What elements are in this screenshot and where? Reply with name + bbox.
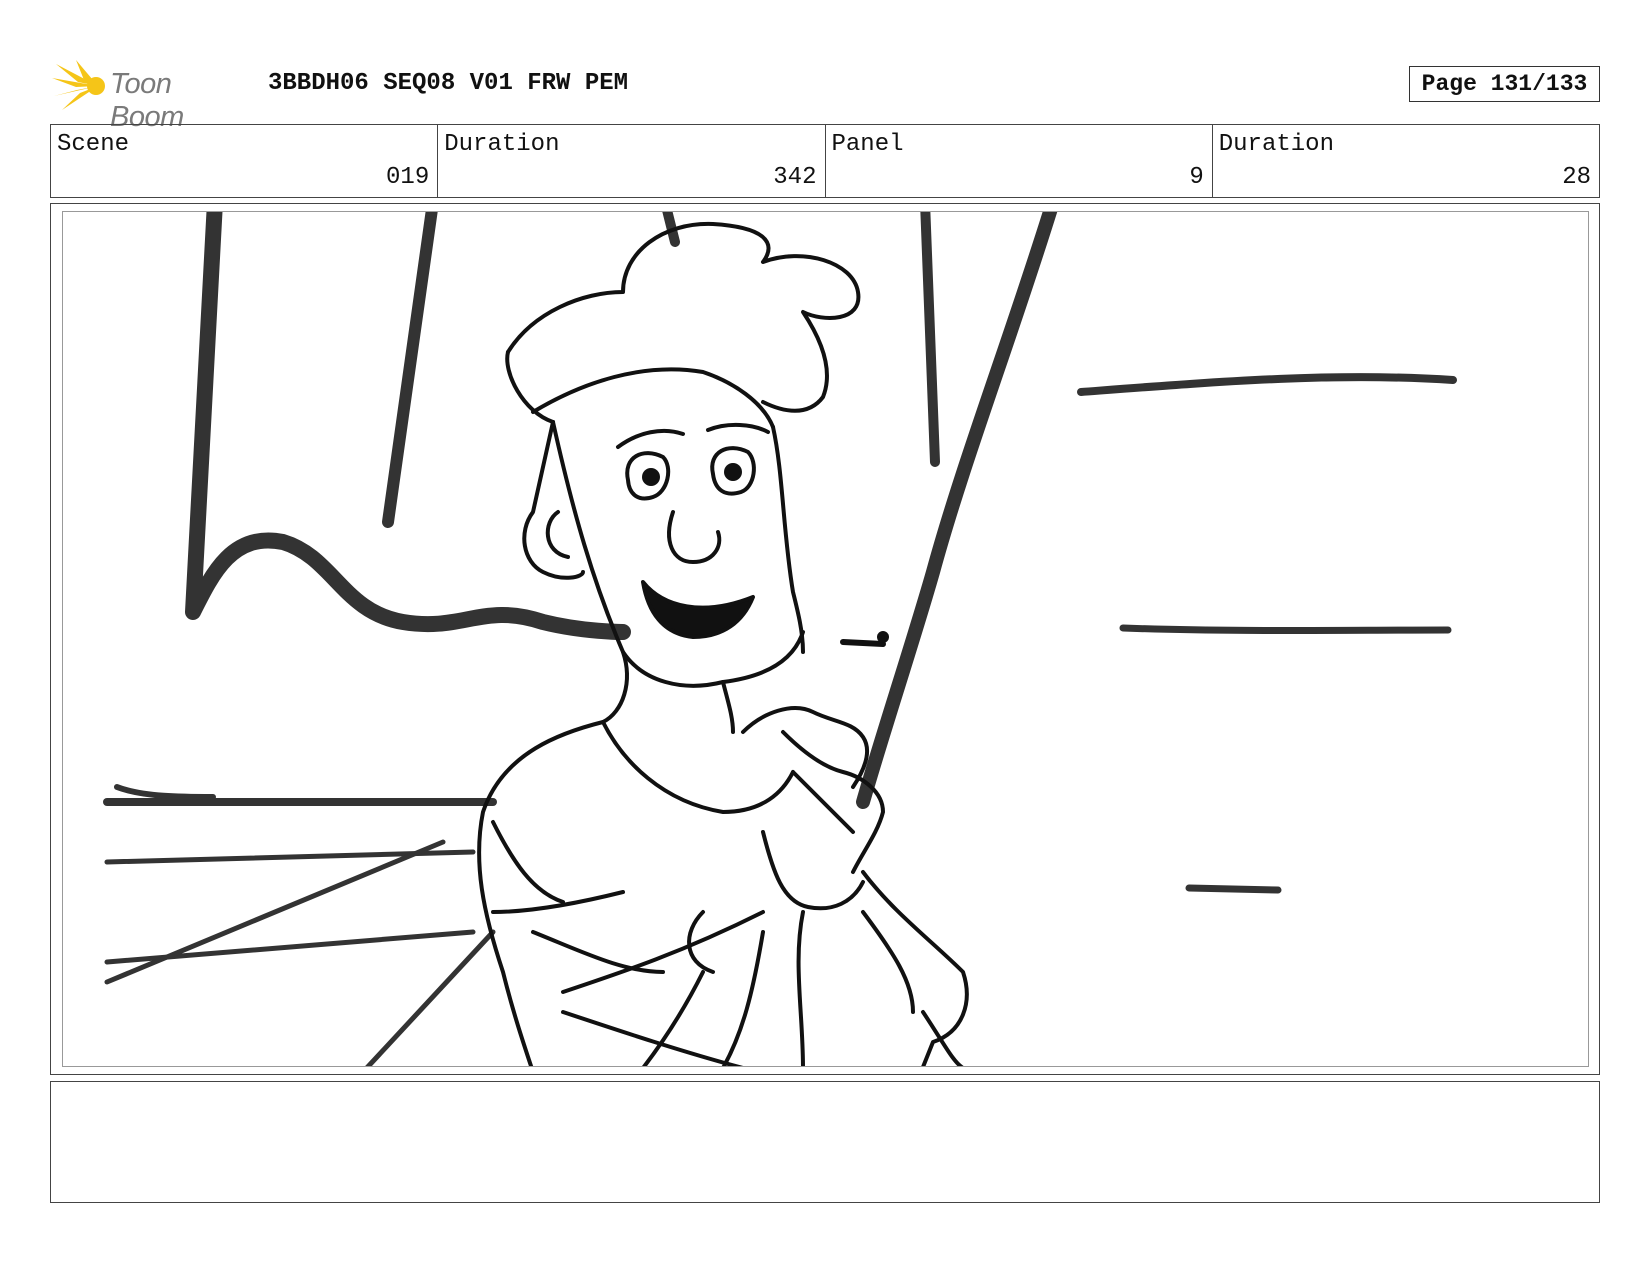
- scene-duration-value: 342: [773, 164, 817, 191]
- panel-value: 9: [1189, 164, 1204, 191]
- scene-cell: Scene 019: [51, 125, 439, 197]
- panel-notes: [50, 1081, 1600, 1203]
- sketch-illustration: [103, 212, 1457, 1066]
- panel-duration-value: 28: [1562, 164, 1591, 191]
- panel-cell: Panel 9: [826, 125, 1213, 197]
- scene-label: Scene: [57, 131, 130, 158]
- panel-label: Panel: [831, 131, 904, 158]
- scene-duration-cell: Duration 342: [438, 125, 826, 197]
- storyboard-drawing: [62, 211, 1589, 1067]
- panel-duration-cell: Duration 28: [1213, 125, 1599, 197]
- document-title: 3BBDH06 SEQ08 V01 FRW PEM: [268, 70, 629, 97]
- scene-value: 019: [386, 164, 430, 191]
- toon-boom-burst-icon: [52, 60, 105, 110]
- toon-boom-logo: Toon Boom: [52, 58, 252, 133]
- scene-duration-label: Duration: [444, 131, 560, 158]
- panel-info-row: Scene 019 Duration 342 Panel 9 Duration …: [50, 124, 1600, 198]
- page-indicator: Page 131/133: [1409, 66, 1600, 102]
- page-label: Page 131/133: [1421, 71, 1588, 97]
- panel-duration-label: Duration: [1218, 131, 1334, 158]
